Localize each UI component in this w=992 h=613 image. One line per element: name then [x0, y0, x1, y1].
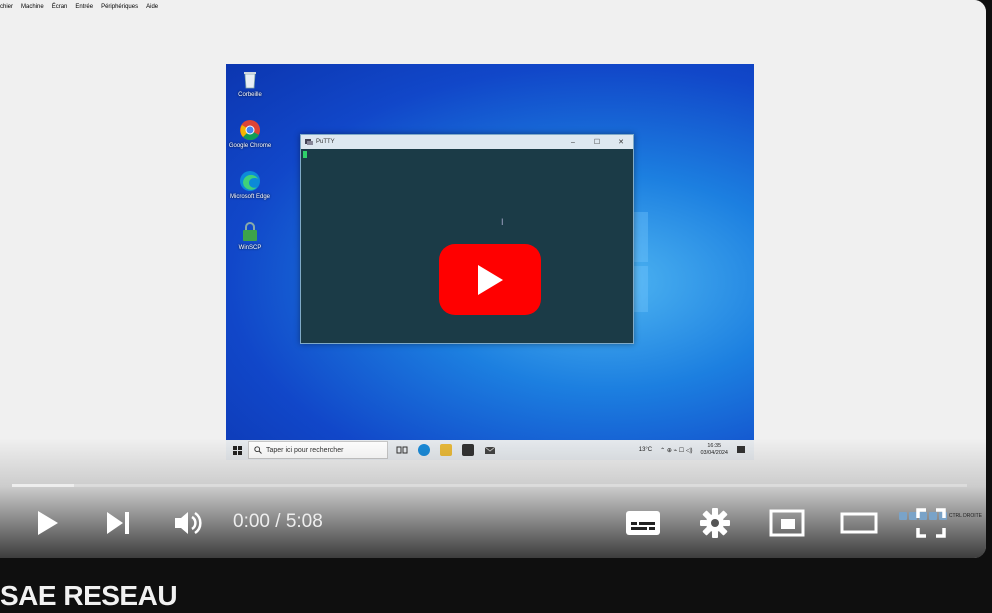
- skip-next-icon: [107, 512, 129, 534]
- search-placeholder: Taper ici pour rechercher: [266, 446, 344, 454]
- video-player[interactable]: chier Machine Écran Entrée Périphériques…: [0, 0, 986, 558]
- gear-icon: [700, 508, 730, 538]
- subtitles-icon: [626, 511, 660, 535]
- desktop-icon-label: Corbeille: [238, 92, 262, 98]
- edge-icon: [240, 171, 260, 191]
- putty-minimize-button[interactable]: –: [561, 139, 585, 146]
- miniplayer-icon: [769, 509, 805, 537]
- desktop-icon-label: Google Chrome: [228, 143, 272, 149]
- play-button[interactable]: [30, 500, 66, 546]
- menu-item-fichier: chier: [0, 3, 14, 10]
- status-disk-icon: [898, 512, 907, 520]
- clock-time: 16:35: [707, 443, 722, 449]
- settings-button[interactable]: [696, 500, 734, 546]
- notification-icon[interactable]: [736, 445, 746, 455]
- putty-icon: [305, 139, 313, 145]
- desktop-icon-recycle-bin: Corbeille: [228, 68, 272, 98]
- next-button[interactable]: [100, 500, 136, 546]
- host-key-label: CTRL DROITE: [948, 513, 982, 519]
- taskbar-mail-icon[interactable]: [484, 444, 496, 456]
- windows-taskbar: Taper ici pour rechercher 13°C ⌃ ⊕ ⌁ ☐ ◁…: [226, 440, 754, 460]
- taskbar-clock[interactable]: 16:35 03/04/2024: [700, 443, 728, 457]
- task-view-icon[interactable]: [396, 444, 408, 456]
- play-icon: [38, 511, 58, 535]
- progress-buffered: [12, 484, 75, 487]
- virtualbox-menu-bar: chier Machine Écran Entrée Périphériques…: [0, 0, 986, 13]
- putty-title: PuTTY: [316, 139, 335, 145]
- desktop-icon-edge: Microsoft Edge: [228, 170, 272, 200]
- menu-item-ecran: Écran: [51, 3, 68, 10]
- putty-title-bar[interactable]: PuTTY – ☐ ✕: [301, 135, 633, 149]
- desktop-icon-label: WinSCP: [238, 245, 262, 251]
- menu-item-entree: Entrée: [75, 3, 94, 10]
- taskbar-search-box[interactable]: Taper ici pour rechercher: [248, 441, 388, 459]
- taskbar-apps: [396, 444, 496, 456]
- search-icon: [254, 446, 262, 454]
- subtitles-button[interactable]: [624, 500, 662, 546]
- chrome-icon: [240, 120, 260, 141]
- mute-button[interactable]: [170, 500, 206, 546]
- winscp-icon: [243, 222, 257, 241]
- recycle-bin-icon: [244, 72, 256, 89]
- menu-item-aide: Aide: [146, 3, 159, 10]
- large-play-button[interactable]: [439, 244, 541, 315]
- terminal-cursor: [303, 151, 307, 158]
- menu-item-machine: Machine: [21, 3, 44, 10]
- desktop-icon-winscp: WinSCP: [228, 221, 272, 251]
- tray-icons[interactable]: ⌃ ⊕ ⌁ ☐ ◁): [660, 447, 692, 454]
- time-display: 0:00 / 5:08: [233, 511, 323, 532]
- putty-maximize-button[interactable]: ☐: [585, 138, 609, 146]
- desktop-icon-chrome: Google Chrome: [228, 119, 272, 149]
- weather-widget[interactable]: 13°C: [639, 447, 652, 453]
- theater-mode-icon: [840, 512, 878, 534]
- menu-item-peripheriques: Périphériques: [101, 3, 139, 10]
- desktop-icon-label: Microsoft Edge: [229, 194, 271, 200]
- text-cursor-icon: I: [501, 217, 504, 227]
- windows-start-icon: [232, 445, 242, 455]
- taskbar-store-icon[interactable]: [462, 444, 474, 456]
- fullscreen-icon: [916, 508, 946, 538]
- putty-close-button[interactable]: ✕: [609, 138, 633, 146]
- volume-icon: [175, 511, 202, 535]
- clock-date: 03/04/2024: [700, 450, 728, 456]
- system-tray: 13°C ⌃ ⊕ ⌁ ☐ ◁) 16:35 03/04/2024: [639, 443, 754, 457]
- theater-mode-button[interactable]: [840, 500, 878, 546]
- start-button[interactable]: [226, 445, 248, 455]
- taskbar-edge-icon[interactable]: [418, 444, 430, 456]
- fullscreen-button[interactable]: [912, 500, 950, 546]
- progress-bar[interactable]: [12, 484, 967, 487]
- miniplayer-button[interactable]: [768, 500, 806, 546]
- play-triangle-icon: [478, 264, 503, 295]
- video-title: SAE RESEAU: [0, 580, 178, 611]
- taskbar-explorer-icon[interactable]: [440, 444, 452, 456]
